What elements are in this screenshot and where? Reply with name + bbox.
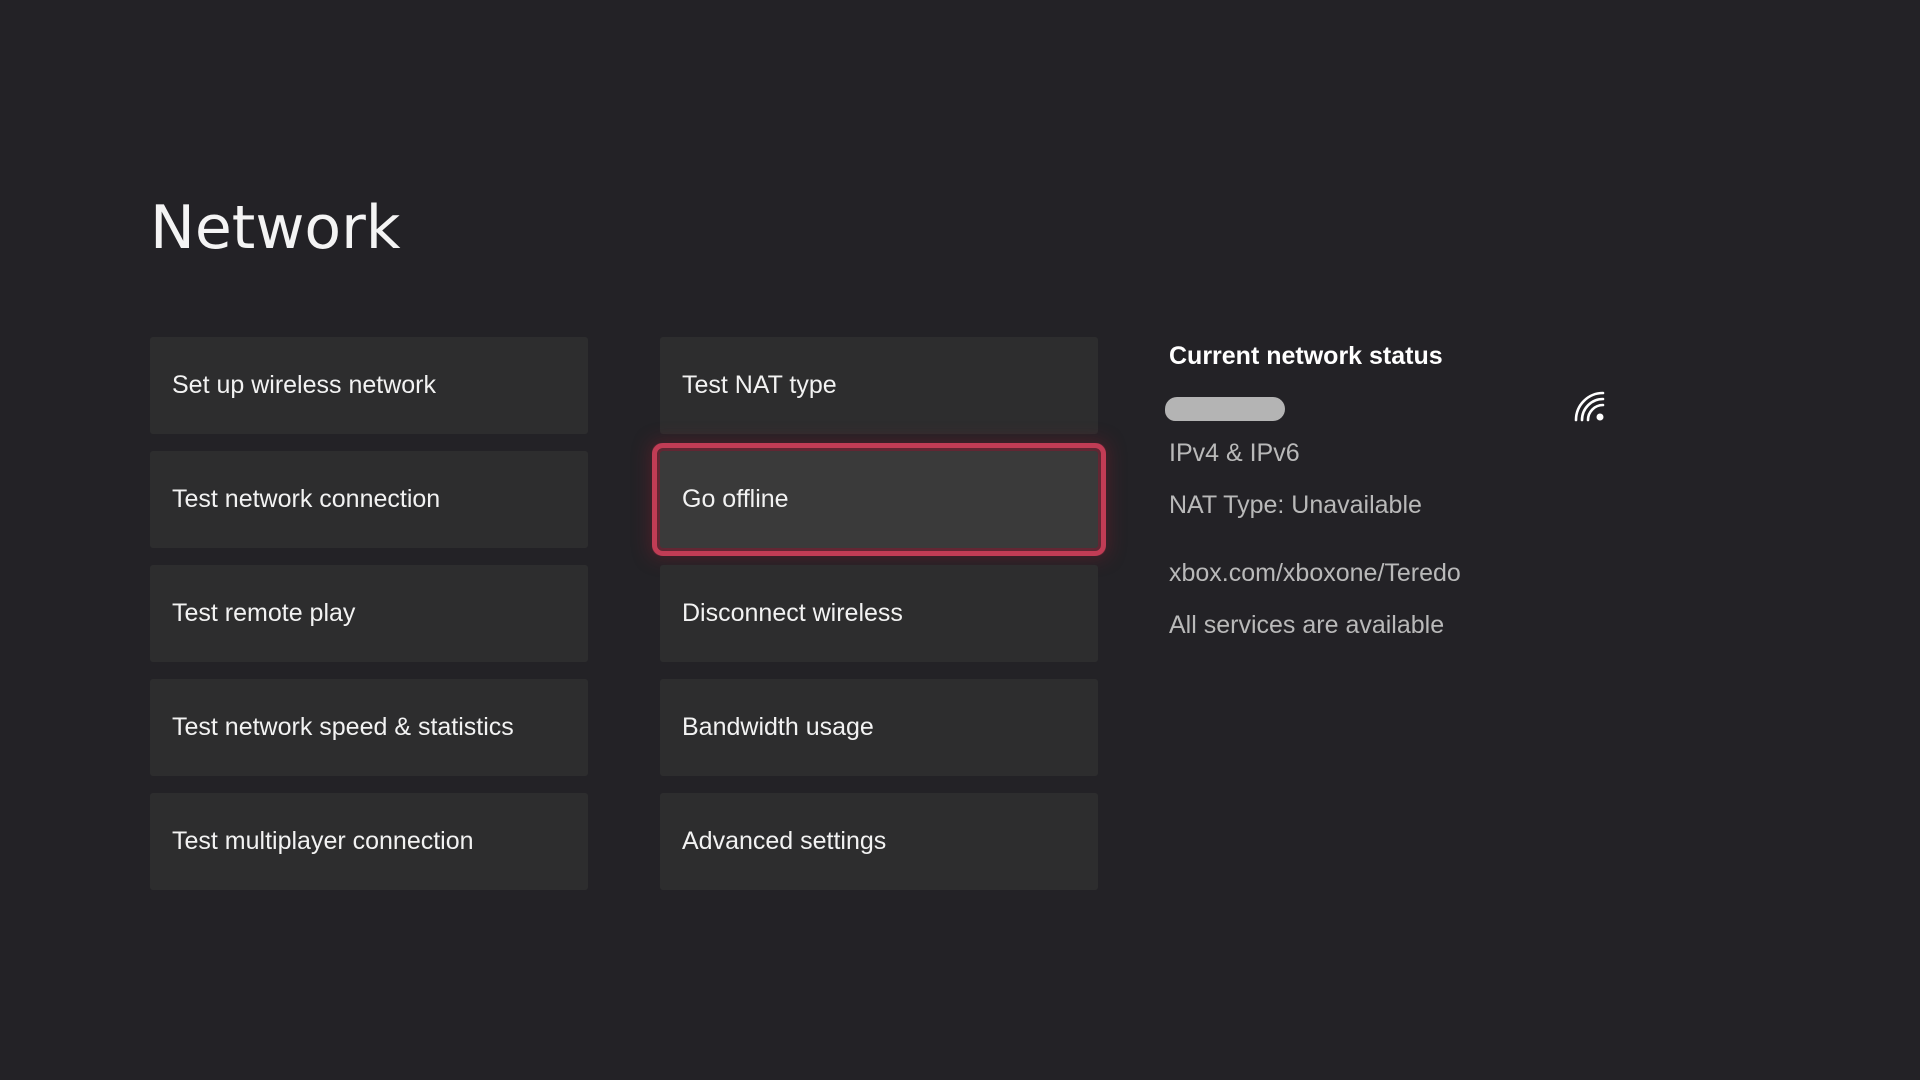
network-name-row (1165, 388, 1609, 438)
disconnect-wireless-button[interactable]: Disconnect wireless (660, 565, 1098, 662)
setup-wireless-network-button[interactable]: Set up wireless network (150, 337, 588, 434)
tile-label: Test network connection (172, 485, 441, 513)
status-title: Current network status (1169, 342, 1443, 370)
wifi-signal-icon (1574, 391, 1605, 422)
test-multiplayer-connection-button[interactable]: Test multiplayer connection (150, 793, 588, 890)
tile-label: Test multiplayer connection (172, 827, 474, 855)
bandwidth-usage-button[interactable]: Bandwidth usage (660, 679, 1098, 776)
ip-version: IPv4 & IPv6 (1169, 439, 1300, 467)
teredo-link: xbox.com/xboxone/Teredo (1169, 559, 1461, 587)
tile-label: Go offline (682, 485, 789, 513)
test-nat-type-button[interactable]: Test NAT type (660, 337, 1098, 434)
test-remote-play-button[interactable]: Test remote play (150, 565, 588, 662)
test-network-connection-button[interactable]: Test network connection (150, 451, 588, 548)
tile-label: Test remote play (172, 599, 356, 627)
test-network-speed-button[interactable]: Test network speed & statistics (150, 679, 588, 776)
redacted-network-name (1165, 397, 1285, 421)
tile-label: Test network speed & statistics (172, 713, 514, 741)
tile-label: Bandwidth usage (682, 713, 874, 741)
network-status-panel: Current network status IPv4 & IPv6 NAT T… (1165, 338, 1609, 640)
advanced-settings-button[interactable]: Advanced settings (660, 793, 1098, 890)
tile-label: Advanced settings (682, 827, 887, 855)
page-title: Network (150, 193, 401, 263)
tile-label: Test NAT type (682, 371, 837, 399)
tile-label: Disconnect wireless (682, 599, 903, 627)
tile-label: Set up wireless network (172, 371, 437, 399)
nat-type: NAT Type: Unavailable (1169, 491, 1422, 519)
services-status: All services are available (1169, 611, 1445, 639)
go-offline-button[interactable]: Go offline (652, 443, 1106, 556)
